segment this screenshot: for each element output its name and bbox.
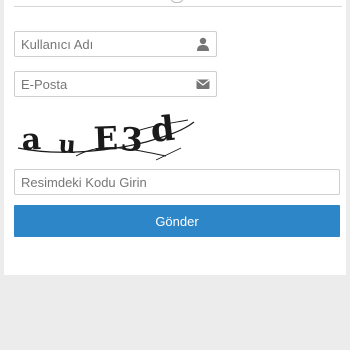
captcha-char-5: d xyxy=(149,112,177,151)
email-field[interactable] xyxy=(14,71,217,97)
captcha-char-2: u xyxy=(58,129,77,159)
captcha-field[interactable] xyxy=(14,169,340,195)
captcha-char-4: 3 xyxy=(120,120,144,159)
captcha-char-3: E xyxy=(93,119,119,158)
submit-button[interactable]: Gönder xyxy=(14,205,340,237)
top-icon-fragment xyxy=(170,0,184,3)
user-icon xyxy=(196,37,210,51)
email-input[interactable] xyxy=(15,72,216,96)
username-input[interactable] xyxy=(15,32,216,56)
top-divider xyxy=(14,6,342,7)
username-field[interactable] xyxy=(14,31,217,57)
captcha-image: a u E 3 d xyxy=(16,109,196,166)
captcha-input[interactable] xyxy=(15,170,339,194)
captcha-char-1: a xyxy=(21,122,42,158)
form-card: a u E 3 d Gönder xyxy=(4,0,346,275)
envelope-icon xyxy=(196,77,210,91)
